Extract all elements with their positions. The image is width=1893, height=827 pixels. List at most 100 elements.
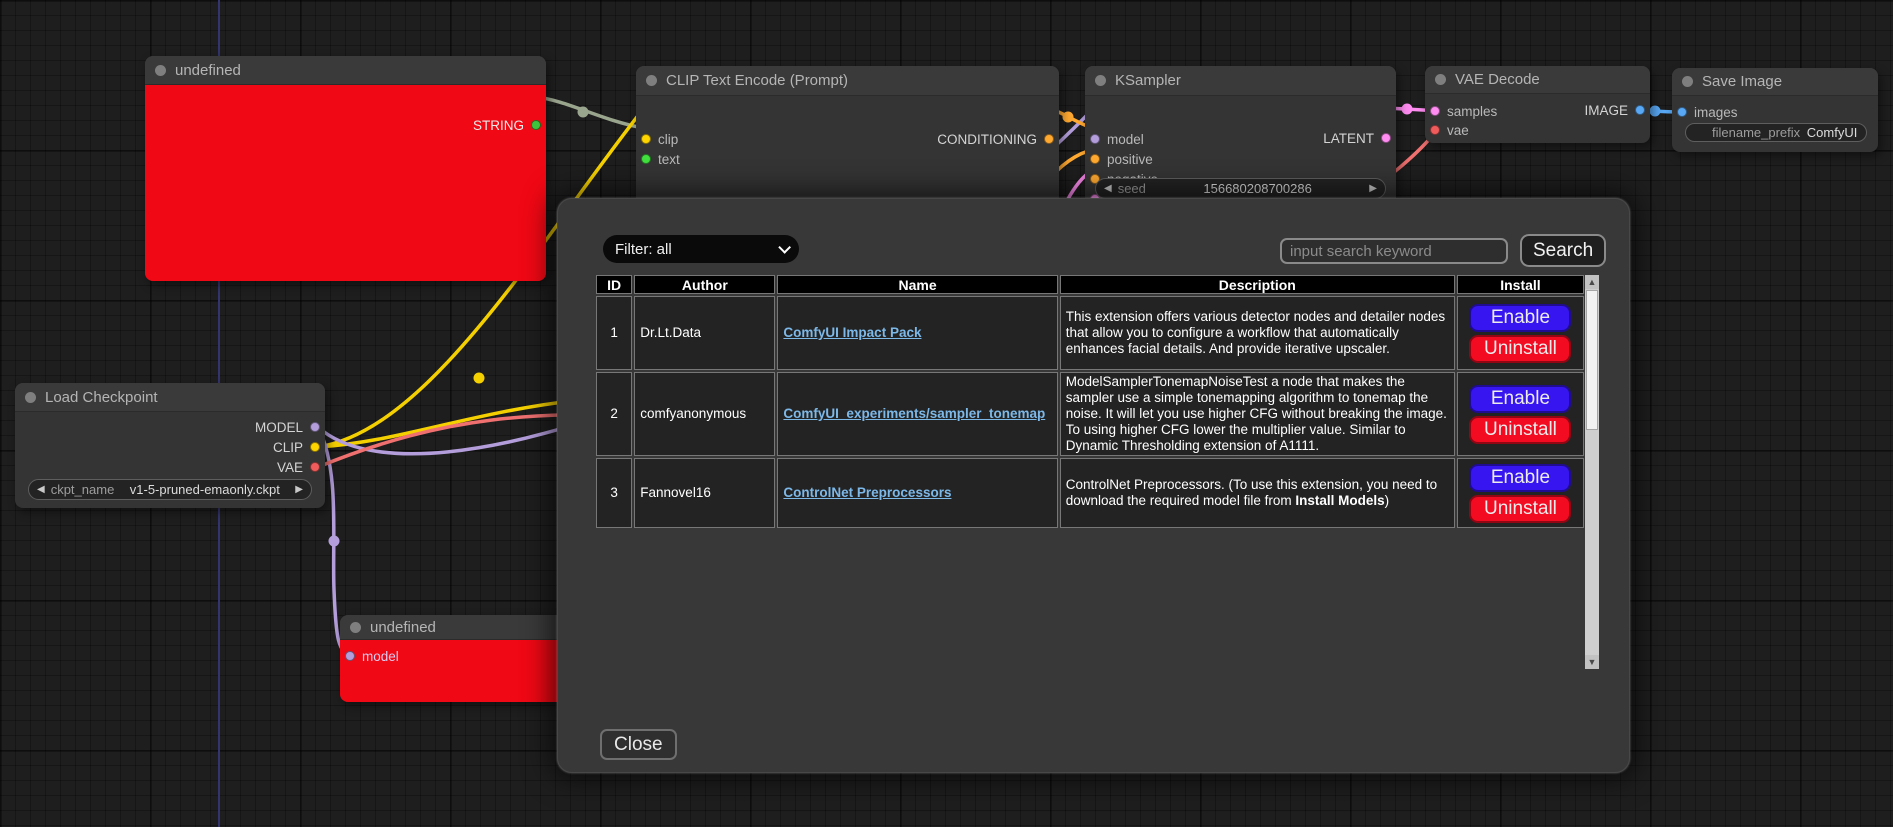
- output-dot-string[interactable]: [531, 120, 541, 130]
- cell-author: Dr.Lt.Data: [634, 296, 775, 370]
- input-slot-samples[interactable]: samples: [1430, 103, 1497, 119]
- cell-name: ControlNet Preprocessors: [777, 458, 1057, 528]
- node-body: images filename_prefix ComfyUI: [1672, 96, 1878, 151]
- input-slot-images[interactable]: images: [1677, 104, 1738, 120]
- output-slot-vae[interactable]: VAE: [277, 459, 320, 475]
- input-dot-positive[interactable]: [1090, 154, 1100, 164]
- output-slot-latent[interactable]: LATENT: [1323, 130, 1391, 146]
- node-clip-text-encode[interactable]: CLIP Text Encode (Prompt) clip text COND…: [636, 66, 1059, 216]
- input-label: text: [658, 152, 680, 167]
- input-dot-model[interactable]: [345, 651, 355, 661]
- uninstall-button[interactable]: Uninstall: [1469, 335, 1571, 363]
- cell-author: Fannovel16: [634, 458, 775, 528]
- output-dot-clip[interactable]: [310, 442, 320, 452]
- widget-value[interactable]: ComfyUI: [1806, 125, 1858, 140]
- table-row: 3Fannovel16ControlNet PreprocessorsContr…: [596, 458, 1584, 528]
- filter-dropdown[interactable]: Filter: all: [603, 235, 799, 263]
- extension-name-link[interactable]: ComfyUI Impact Pack: [783, 325, 921, 340]
- output-label: LATENT: [1323, 131, 1374, 146]
- node-title-bar[interactable]: Load Checkpoint: [15, 383, 325, 412]
- collapse-dot-icon[interactable]: [1095, 75, 1106, 86]
- output-dot-conditioning[interactable]: [1044, 134, 1054, 144]
- output-dot-model[interactable]: [310, 422, 320, 432]
- output-dot-vae[interactable]: [310, 462, 320, 472]
- column-header-id: ID: [596, 275, 632, 294]
- output-slot-conditioning[interactable]: CONDITIONING: [937, 131, 1054, 147]
- output-slot-image[interactable]: IMAGE: [1584, 102, 1645, 118]
- node-save-image[interactable]: Save Image images filename_prefix ComfyU…: [1672, 68, 1878, 152]
- input-slot-model[interactable]: model: [1090, 131, 1144, 147]
- node-title: Save Image: [1702, 73, 1782, 90]
- output-dot-image[interactable]: [1635, 105, 1645, 115]
- widget-value[interactable]: 156680208700286: [1152, 181, 1363, 196]
- output-label: VAE: [277, 460, 303, 475]
- node-vae-decode[interactable]: VAE Decode samples vae IMAGE: [1425, 66, 1650, 143]
- output-label: MODEL: [255, 420, 303, 435]
- ckpt-name-widget[interactable]: ◀ ckpt_name v1-5-pruned-emaonly.ckpt ▶: [28, 479, 312, 500]
- output-slot-string[interactable]: STRING: [473, 117, 541, 133]
- extension-name-link[interactable]: ComfyUI_experiments/sampler_tonemap: [783, 406, 1045, 421]
- input-label: images: [1694, 105, 1738, 120]
- widget-value[interactable]: v1-5-pruned-emaonly.ckpt: [120, 482, 289, 497]
- output-slot-model[interactable]: MODEL: [255, 419, 320, 435]
- enable-button[interactable]: Enable: [1469, 304, 1571, 332]
- output-slot-clip[interactable]: CLIP: [273, 439, 320, 455]
- output-dot-latent[interactable]: [1381, 133, 1391, 143]
- input-dot-samples[interactable]: [1430, 106, 1440, 116]
- node-title-bar[interactable]: CLIP Text Encode (Prompt): [636, 66, 1059, 96]
- extensions-table-header: IDAuthorNameDescriptionInstall: [596, 275, 1584, 294]
- collapse-dot-icon[interactable]: [1435, 74, 1446, 85]
- output-label: STRING: [473, 118, 524, 133]
- node-title-bar[interactable]: undefined: [145, 56, 546, 85]
- input-slot-vae[interactable]: vae: [1430, 122, 1469, 138]
- cell-id: 3: [596, 458, 632, 528]
- node-title-bar[interactable]: KSampler: [1085, 66, 1396, 96]
- collapse-dot-icon[interactable]: [1682, 76, 1693, 87]
- scroll-up-icon[interactable]: ▲: [1585, 275, 1599, 289]
- previous-arrow-icon[interactable]: ◀: [37, 484, 45, 495]
- uninstall-button[interactable]: Uninstall: [1469, 416, 1571, 444]
- decrement-arrow-icon[interactable]: ◀: [1104, 183, 1112, 194]
- node-ksampler[interactable]: KSampler model positive negative latent_…: [1085, 66, 1396, 210]
- output-label: IMAGE: [1584, 103, 1628, 118]
- collapse-dot-icon[interactable]: [350, 622, 361, 633]
- node-undefined-string[interactable]: undefined STRING: [145, 56, 546, 281]
- scrollbar-thumb[interactable]: [1586, 290, 1598, 430]
- input-slot-text[interactable]: text: [641, 151, 680, 167]
- input-slot-model[interactable]: model: [345, 648, 399, 664]
- increment-arrow-icon[interactable]: ▶: [1369, 183, 1377, 194]
- enable-button[interactable]: Enable: [1469, 385, 1571, 413]
- table-scrollbar[interactable]: ▲ ▼: [1585, 275, 1599, 669]
- search-button[interactable]: Search: [1520, 234, 1606, 267]
- input-dot-vae[interactable]: [1430, 125, 1440, 135]
- node-title-bar[interactable]: VAE Decode: [1425, 66, 1650, 94]
- input-dot-clip[interactable]: [641, 134, 651, 144]
- node-load-checkpoint[interactable]: Load Checkpoint MODEL CLIP VAE ◀ ckpt_na…: [15, 383, 325, 508]
- input-dot-images[interactable]: [1677, 107, 1687, 117]
- node-title: CLIP Text Encode (Prompt): [666, 72, 848, 89]
- search-input[interactable]: [1280, 238, 1508, 264]
- node-title: Load Checkpoint: [45, 389, 158, 406]
- scroll-down-icon[interactable]: ▼: [1585, 655, 1599, 669]
- collapse-dot-icon[interactable]: [155, 65, 166, 76]
- filter-dropdown-value: Filter: all: [615, 241, 672, 258]
- input-slot-positive[interactable]: positive: [1090, 151, 1153, 167]
- cell-description: This extension offers various detector n…: [1060, 296, 1455, 370]
- seed-widget[interactable]: ◀ seed 156680208700286 ▶: [1095, 178, 1386, 199]
- uninstall-button[interactable]: Uninstall: [1469, 495, 1571, 523]
- collapse-dot-icon[interactable]: [25, 392, 36, 403]
- node-body: MODEL CLIP VAE ◀ ckpt_name v1-5-pruned-e…: [15, 412, 325, 507]
- enable-button[interactable]: Enable: [1469, 464, 1571, 492]
- input-slot-clip[interactable]: clip: [641, 131, 678, 147]
- node-title-bar[interactable]: Save Image: [1672, 68, 1878, 96]
- cell-description: ModelSamplerTonemapNoiseTest a node that…: [1060, 372, 1455, 456]
- node-body-error: STRING: [145, 85, 546, 281]
- filename-prefix-widget[interactable]: filename_prefix ComfyUI: [1685, 123, 1867, 142]
- next-arrow-icon[interactable]: ▶: [295, 484, 303, 495]
- input-dot-text[interactable]: [641, 154, 651, 164]
- close-button[interactable]: Close: [600, 729, 677, 760]
- collapse-dot-icon[interactable]: [646, 75, 657, 86]
- extension-name-link[interactable]: ControlNet Preprocessors: [783, 485, 951, 500]
- input-dot-model[interactable]: [1090, 134, 1100, 144]
- input-label: vae: [1447, 123, 1469, 138]
